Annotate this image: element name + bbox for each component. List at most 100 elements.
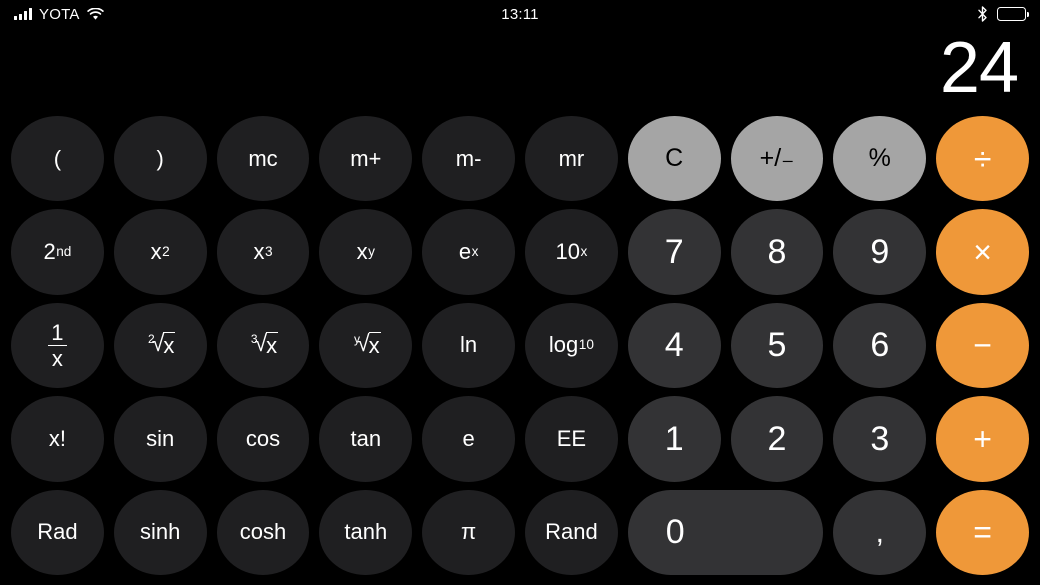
key-[interactable]: ( [11, 116, 104, 202]
fraction-denominator: x [47, 344, 67, 370]
key-sinh[interactable]: sinh [113, 489, 207, 575]
key-[interactable]: + [936, 396, 1029, 482]
key-label: ln [460, 332, 478, 358]
key-m[interactable]: m- [422, 116, 515, 202]
key-log10[interactable]: log 10 [525, 302, 618, 389]
key-label: Rad [37, 519, 78, 545]
key-y-x[interactable]: y √ x [319, 302, 413, 389]
key-label: EE [556, 425, 587, 451]
key-label: 7 [664, 233, 684, 272]
key-0[interactable]: 0 [627, 489, 824, 575]
key-1-x[interactable]: 1x [11, 302, 104, 389]
key-label-base: x [253, 239, 265, 265]
status-bar-center: 13:11 [501, 6, 538, 23]
key-[interactable]: − [936, 302, 1029, 389]
key-3[interactable]: 3 [833, 396, 927, 482]
key-tan[interactable]: tan [319, 396, 413, 482]
key-ex[interactable]: ex [422, 209, 515, 295]
key-5[interactable]: 5 [730, 302, 824, 389]
bluetooth-icon [977, 6, 988, 22]
key-4[interactable]: 4 [627, 302, 721, 389]
key-label-base: 10 [555, 239, 580, 265]
key-label: π [461, 519, 477, 545]
key-label: × [973, 234, 992, 271]
key-label: , [875, 515, 884, 549]
key-label: tanh [344, 519, 388, 545]
key-label: tan [350, 425, 382, 451]
status-bar-right [539, 6, 1029, 22]
fraction-glyph: 1x [47, 321, 67, 370]
key-x2[interactable]: x2 [113, 209, 207, 295]
key-8[interactable]: 8 [730, 209, 824, 295]
key-label: % [868, 144, 891, 173]
key-tanh[interactable]: tanh [319, 489, 413, 575]
key-label-base: x [150, 239, 162, 265]
key-[interactable]: , [833, 489, 927, 575]
key-label: sinh [140, 519, 181, 545]
key-[interactable]: π [422, 489, 515, 575]
key-rand[interactable]: Rand [525, 489, 618, 575]
key-label: 2 [767, 419, 787, 458]
key-label: mc [248, 145, 278, 171]
key-[interactable]: = [936, 489, 1029, 575]
key-label: 8 [767, 233, 787, 272]
key-2[interactable]: 2 [730, 396, 824, 482]
key-xy[interactable]: xy [319, 209, 413, 295]
key-label-base: 2 [43, 239, 56, 265]
key-[interactable]: × [936, 209, 1029, 295]
calculator-keypad: () mc m+ m-mr C +/₋% ÷ 2nd x 2 x 3 x y e x 10 x 7 8 9 × 1 x 2 √ x 3… [0, 112, 1040, 585]
key-3-x[interactable]: 3 √ x [216, 302, 310, 389]
key-2nd[interactable]: 2nd [11, 209, 104, 295]
key-label: + [973, 420, 992, 457]
clock-label: 13:11 [501, 5, 539, 23]
cellular-signal-icon [14, 8, 32, 20]
key-cos[interactable]: cos [216, 396, 310, 482]
status-bar-left: YOTA [14, 6, 501, 23]
key-1[interactable]: 1 [627, 396, 721, 482]
key-[interactable]: % [833, 116, 927, 202]
key-x[interactable]: x! [11, 396, 104, 482]
key-mr[interactable]: mr [525, 116, 618, 202]
key-ln[interactable]: ln [422, 302, 515, 389]
radical-argument: x [266, 332, 279, 359]
battery-full-icon [997, 7, 1029, 21]
key-x3[interactable]: x3 [216, 209, 310, 295]
key-label: ( [53, 145, 62, 171]
key-label-base: log [548, 332, 579, 358]
key-rad[interactable]: Rad [11, 489, 104, 575]
key-label: mr [558, 145, 585, 171]
key-label: ÷ [973, 140, 992, 177]
key-label: ) [156, 145, 164, 171]
key-cosh[interactable]: cosh [216, 489, 310, 575]
key-[interactable]: ) [113, 116, 207, 202]
key-10x[interactable]: 10 x [525, 209, 618, 295]
key-label: 1 [664, 419, 684, 458]
key-7[interactable]: 7 [627, 209, 721, 295]
key-label: m- [455, 145, 482, 171]
key-c[interactable]: C [627, 116, 721, 202]
key-label: = [973, 514, 992, 551]
key-ee[interactable]: EE [525, 396, 618, 482]
carrier-label: YOTA [39, 5, 80, 23]
key-[interactable]: +/₋ [730, 116, 824, 202]
radical-glyph: 3 √ x [248, 332, 279, 359]
key-label: 9 [870, 233, 890, 272]
key-2-x[interactable]: 2 √ x [113, 302, 207, 389]
key-6[interactable]: 6 [833, 302, 927, 389]
key-label-base: e [458, 239, 472, 265]
key-label: 0 [665, 513, 685, 552]
key-label-base: x [356, 239, 368, 265]
key-label: m+ [350, 145, 382, 171]
calculator-display: 24 [0, 28, 1040, 108]
fraction-numerator: 1 [51, 319, 64, 345]
key-e[interactable]: e [422, 396, 515, 482]
radical-index: y [353, 332, 360, 347]
key-label: 3 [870, 419, 890, 458]
key-[interactable]: ÷ [936, 116, 1029, 202]
key-m[interactable]: m+ [319, 116, 413, 202]
key-label: 4 [664, 326, 684, 365]
key-9[interactable]: 9 [833, 209, 927, 295]
key-label: +/₋ [759, 144, 795, 173]
key-mc[interactable]: mc [216, 116, 310, 202]
key-sin[interactable]: sin [113, 396, 207, 482]
